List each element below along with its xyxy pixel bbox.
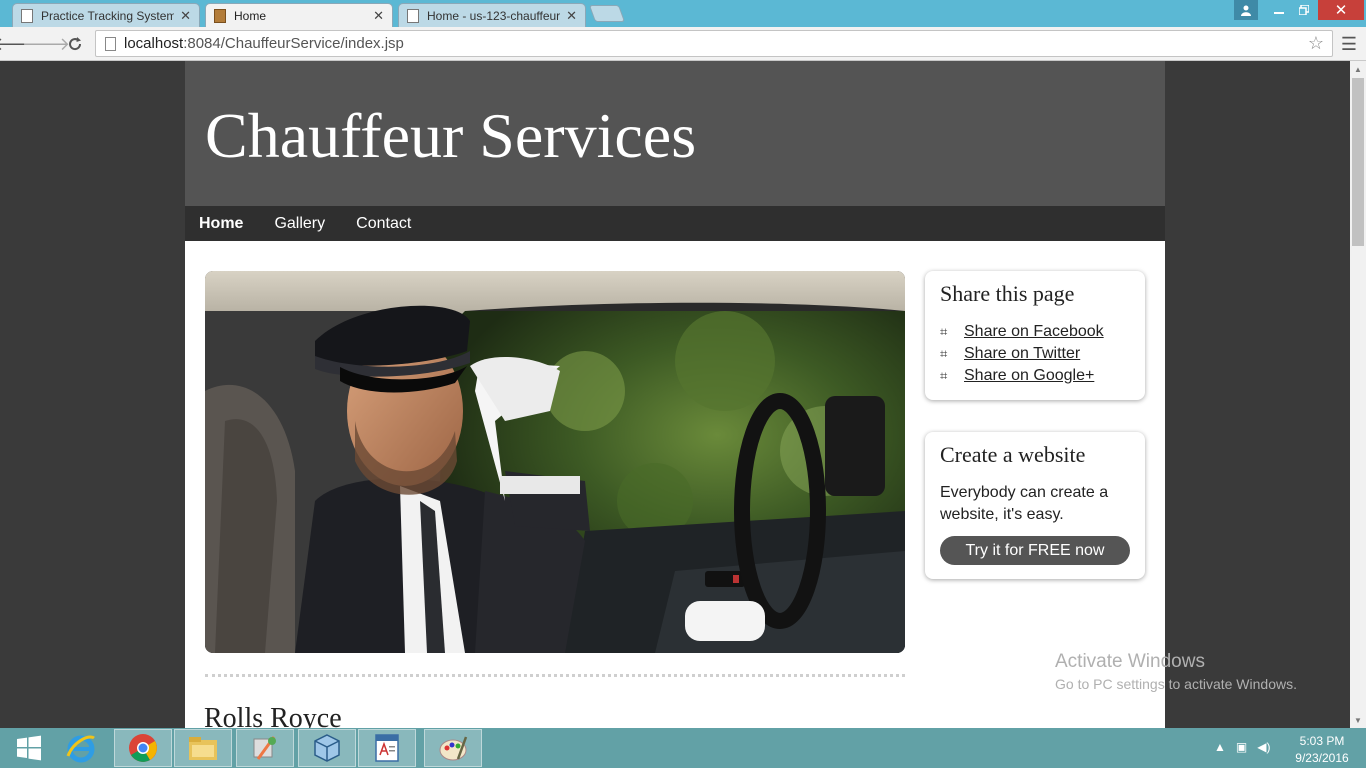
- address-bar[interactable]: localhost:8084/ChauffeurService/index.js…: [95, 30, 1333, 57]
- share-widget-title: Share this page: [940, 281, 1075, 306]
- page-icon: [105, 36, 116, 51]
- try-free-button[interactable]: Try it for FREE now: [940, 536, 1130, 565]
- facebook-icon: ⌗: [940, 324, 948, 339]
- reload-button[interactable]: [63, 32, 87, 56]
- clock-time: 5:03 PM: [1299, 734, 1345, 748]
- system-clock[interactable]: 5:03 PM 9/23/2016: [1290, 733, 1354, 767]
- google-plus-icon: ⌗: [940, 368, 948, 383]
- scrollbar-thumb[interactable]: [1352, 78, 1364, 246]
- scroll-down-arrow-icon[interactable]: ▼: [1350, 712, 1366, 728]
- tab-practice-tracking[interactable]: Practice Tracking System ✕: [12, 3, 200, 27]
- minimize-button[interactable]: [1266, 0, 1292, 20]
- create-website-widget: Create a website Everybody can create a …: [925, 432, 1145, 579]
- activate-windows-watermark: Activate Windows Go to PC settings to ac…: [1055, 651, 1297, 692]
- clock-date: 9/23/2016: [1295, 751, 1349, 765]
- site-nav: Home Gallery Contact: [185, 206, 1165, 241]
- share-twitter-link[interactable]: Share on Twitter: [964, 343, 1080, 365]
- section-heading: Rolls Royce: [204, 703, 342, 728]
- image-favicon-icon: [214, 8, 226, 23]
- nav-gallery[interactable]: Gallery: [274, 215, 325, 233]
- virtualbox-icon[interactable]: [298, 729, 356, 767]
- close-tab-icon[interactable]: ✕: [180, 8, 191, 24]
- wordpad-icon[interactable]: [358, 729, 416, 767]
- watermark-subtitle: Go to PC settings to activate Windows.: [1055, 676, 1297, 692]
- menu-icon[interactable]: ☰: [1338, 32, 1360, 56]
- section-divider: [205, 674, 905, 677]
- reload-icon: [69, 37, 82, 51]
- close-tab-icon[interactable]: ✕: [373, 8, 384, 24]
- site-container: Chauffeur Services Home Gallery Contact: [185, 61, 1165, 728]
- chauffeur-hero-image: [205, 271, 905, 653]
- url-host: localhost: [124, 35, 184, 52]
- create-widget-text: Everybody can create a website, it's eas…: [940, 484, 1109, 523]
- internet-explorer-icon[interactable]: [52, 729, 110, 767]
- windows-taskbar: ▲ ▣ ◀) 5:03 PM 9/23/2016: [0, 728, 1366, 768]
- bookmark-star-icon[interactable]: ☆: [1308, 33, 1324, 54]
- system-tray: ▲ ▣ ◀): [1214, 740, 1270, 754]
- tools-app-icon[interactable]: [236, 729, 294, 767]
- network-icon[interactable]: ▣: [1236, 740, 1247, 754]
- user-icon[interactable]: [1234, 0, 1258, 20]
- close-tab-icon[interactable]: ✕: [566, 8, 577, 24]
- page-icon: [407, 8, 419, 23]
- file-explorer-icon[interactable]: [174, 729, 232, 767]
- volume-icon[interactable]: ◀): [1257, 740, 1270, 754]
- restore-button[interactable]: [1292, 0, 1316, 20]
- show-hidden-icons-icon[interactable]: ▲: [1214, 740, 1226, 754]
- nav-home[interactable]: Home: [199, 215, 243, 233]
- tab-title: Practice Tracking System: [41, 8, 175, 23]
- close-window-button[interactable]: ✕: [1318, 0, 1364, 20]
- share-twitter[interactable]: ⌗ Share on Twitter: [940, 343, 1130, 365]
- site-header: Chauffeur Services: [185, 61, 1165, 206]
- create-widget-title: Create a website: [940, 442, 1086, 467]
- tab-strip: Practice Tracking System ✕ Home ✕ Home -…: [0, 0, 1366, 27]
- share-widget: Share this page ⌗ Share on Facebook ⌗ Sh…: [925, 271, 1145, 400]
- page-icon: [21, 8, 33, 23]
- paint-icon[interactable]: [424, 729, 482, 767]
- tab-title: Home - us-123-chauffeur: [427, 8, 561, 23]
- url-path: :8084/ChauffeurService/index.jsp: [183, 35, 404, 52]
- nav-contact[interactable]: Contact: [356, 215, 411, 233]
- start-button[interactable]: [0, 729, 58, 767]
- page-viewport: Chauffeur Services Home Gallery Contact: [0, 61, 1350, 728]
- share-google-plus[interactable]: ⌗ Share on Google+: [940, 365, 1130, 387]
- forward-button[interactable]: 🡒: [22, 32, 70, 56]
- tab-title: Home: [234, 8, 267, 23]
- scroll-up-arrow-icon[interactable]: ▲: [1350, 61, 1366, 77]
- share-facebook[interactable]: ⌗ Share on Facebook: [940, 321, 1130, 343]
- twitter-icon: ⌗: [940, 346, 948, 361]
- windows-logo-icon: [17, 735, 41, 761]
- site-title: Chauffeur Services: [205, 100, 697, 171]
- share-facebook-link[interactable]: Share on Facebook: [964, 321, 1104, 343]
- browser-toolbar: 🡐 🡒 localhost:8084/ChauffeurService/inde…: [0, 27, 1366, 61]
- tab-home-us-123[interactable]: Home - us-123-chauffeur ✕: [398, 3, 586, 27]
- watermark-title: Activate Windows: [1055, 651, 1205, 672]
- tab-home[interactable]: Home ✕: [205, 3, 393, 27]
- page-scrollbar[interactable]: ▲ ▼: [1350, 61, 1366, 728]
- share-google-plus-link[interactable]: Share on Google+: [964, 365, 1094, 387]
- new-tab-button[interactable]: [588, 5, 626, 22]
- chrome-icon[interactable]: [114, 729, 172, 767]
